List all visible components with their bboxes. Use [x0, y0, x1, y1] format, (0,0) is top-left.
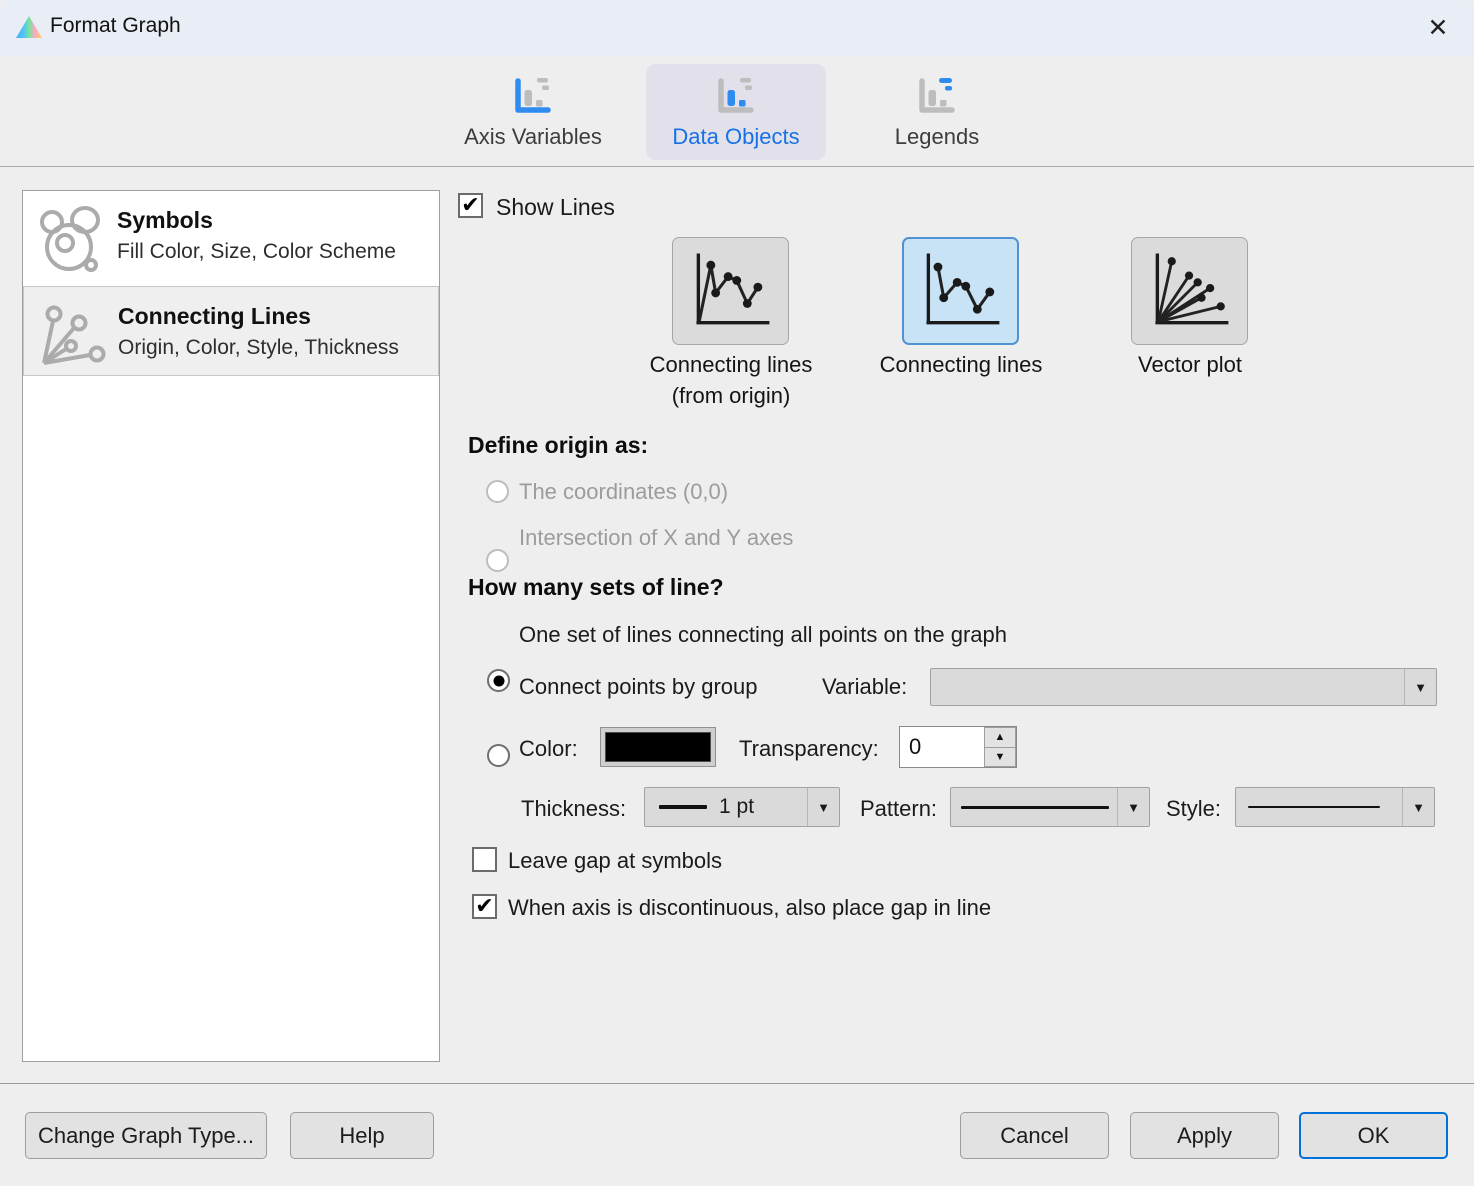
by-group-radio[interactable]: [487, 744, 510, 767]
chevron-down-icon: ▼: [1402, 788, 1434, 826]
pattern-line-sample: [961, 806, 1109, 809]
sidebar-item-symbols[interactable]: Symbols Fill Color, Size, Color Scheme: [23, 191, 439, 286]
tile-caption: (from origin): [672, 383, 791, 409]
symbols-icon: [35, 203, 113, 275]
tab-axis-variables[interactable]: Axis Variables: [443, 64, 623, 160]
axis-gap-checkbox[interactable]: ✔: [472, 894, 497, 919]
spin-down-icon[interactable]: ▼: [984, 748, 1016, 768]
origin-coordinates-radio[interactable]: [486, 480, 509, 503]
connecting-lines-chart-icon: [913, 245, 1009, 337]
spinner-buttons: ▲ ▼: [984, 727, 1016, 767]
cancel-button[interactable]: Cancel: [960, 1112, 1109, 1159]
connecting-lines-icon: [36, 299, 114, 369]
tab-legends[interactable]: Legends: [847, 64, 1027, 160]
data-objects-list: Symbols Fill Color, Size, Color Scheme C…: [22, 190, 440, 1062]
sidebar-item-subtitle: Origin, Color, Style, Thickness: [118, 336, 399, 360]
connecting-lines-tile[interactable]: [902, 237, 1019, 345]
legends-chart-icon: [915, 77, 959, 117]
leave-gap-label: Leave gap at symbols: [508, 848, 722, 874]
thickness-label: Thickness:: [521, 796, 626, 822]
sidebar-item-connecting-lines[interactable]: Connecting Lines Origin, Color, Style, T…: [23, 286, 439, 376]
tab-bar: Axis Variables Data Objects Legends: [0, 56, 1474, 166]
prism-logo-icon: [15, 14, 43, 40]
window-title: Format Graph: [50, 14, 181, 38]
chevron-down-icon: ▼: [807, 788, 839, 826]
sidebar-item-title: Symbols: [117, 207, 396, 234]
tab-data-objects[interactable]: Data Objects: [646, 64, 826, 160]
style-dropdown[interactable]: ▼: [1235, 787, 1435, 827]
transparency-spinner: ▲ ▼: [899, 726, 1017, 768]
origin-coordinates-label: The coordinates (0,0): [519, 479, 728, 505]
variable-label: Variable:: [822, 674, 907, 700]
axis-gap-label: When axis is discontinuous, also place g…: [508, 895, 991, 921]
title-bar: Format Graph ✕: [0, 0, 1474, 56]
one-set-radio[interactable]: [487, 669, 510, 692]
style-label: Style:: [1166, 796, 1221, 822]
vector-plot-tile[interactable]: [1131, 237, 1248, 345]
sidebar-item-subtitle: Fill Color, Size, Color Scheme: [117, 240, 396, 264]
footer-divider: [0, 1083, 1474, 1084]
variable-dropdown[interactable]: ▼: [930, 668, 1437, 706]
tab-label: Data Objects: [672, 124, 799, 150]
spin-up-icon[interactable]: ▲: [984, 727, 1016, 748]
show-lines-label: Show Lines: [496, 194, 615, 221]
vector-plot-icon: [1142, 245, 1238, 337]
sidebar-item-title: Connecting Lines: [118, 303, 399, 330]
thickness-dropdown[interactable]: 1 pt ▼: [644, 787, 840, 827]
one-set-label: One set of lines connecting all points o…: [519, 622, 1007, 648]
tile-caption: Connecting lines: [880, 352, 1043, 378]
axis-variables-chart-icon: [511, 77, 555, 117]
tab-label: Axis Variables: [464, 124, 602, 150]
define-origin-heading: Define origin as:: [468, 432, 648, 459]
origin-intersection-radio[interactable]: [486, 549, 509, 572]
leave-gap-checkbox[interactable]: [472, 847, 497, 872]
tile-caption: Connecting lines: [650, 352, 813, 378]
thickness-line-sample: [659, 805, 707, 809]
sets-of-line-heading: How many sets of line?: [468, 574, 724, 601]
pattern-dropdown[interactable]: ▼: [950, 787, 1150, 827]
by-group-label: Connect points by group: [519, 674, 758, 700]
style-line-sample: [1248, 806, 1380, 808]
chevron-down-icon: ▼: [1117, 788, 1149, 826]
thickness-value: 1 pt: [719, 795, 754, 819]
format-graph-dialog: Format Graph ✕ Axis Variables Data Objec…: [0, 0, 1474, 1186]
apply-button[interactable]: Apply: [1130, 1112, 1279, 1159]
data-objects-chart-icon: [714, 77, 758, 117]
pattern-label: Pattern:: [860, 796, 937, 822]
connecting-lines-from-origin-tile[interactable]: [672, 237, 789, 345]
change-graph-type-button[interactable]: Change Graph Type...: [25, 1112, 267, 1159]
tile-caption: Vector plot: [1138, 352, 1242, 378]
line-color-swatch[interactable]: [600, 727, 716, 767]
ok-button[interactable]: OK: [1299, 1112, 1448, 1159]
connecting-lines-from-origin-icon: [683, 245, 779, 337]
close-icon[interactable]: ✕: [1416, 8, 1460, 48]
origin-intersection-label: Intersection of X and Y axes: [519, 525, 793, 551]
show-lines-checkbox[interactable]: ✔: [458, 193, 483, 218]
help-button[interactable]: Help: [290, 1112, 434, 1159]
transparency-label: Transparency:: [739, 736, 879, 762]
color-swatch-fill: [605, 732, 711, 762]
transparency-input[interactable]: [900, 727, 984, 767]
tab-label: Legends: [895, 124, 979, 150]
chevron-down-icon: ▼: [1404, 669, 1436, 705]
check-icon: ✔: [475, 895, 493, 917]
tabbar-divider: [0, 166, 1474, 167]
check-icon: ✔: [461, 194, 479, 216]
color-label: Color:: [519, 736, 578, 762]
